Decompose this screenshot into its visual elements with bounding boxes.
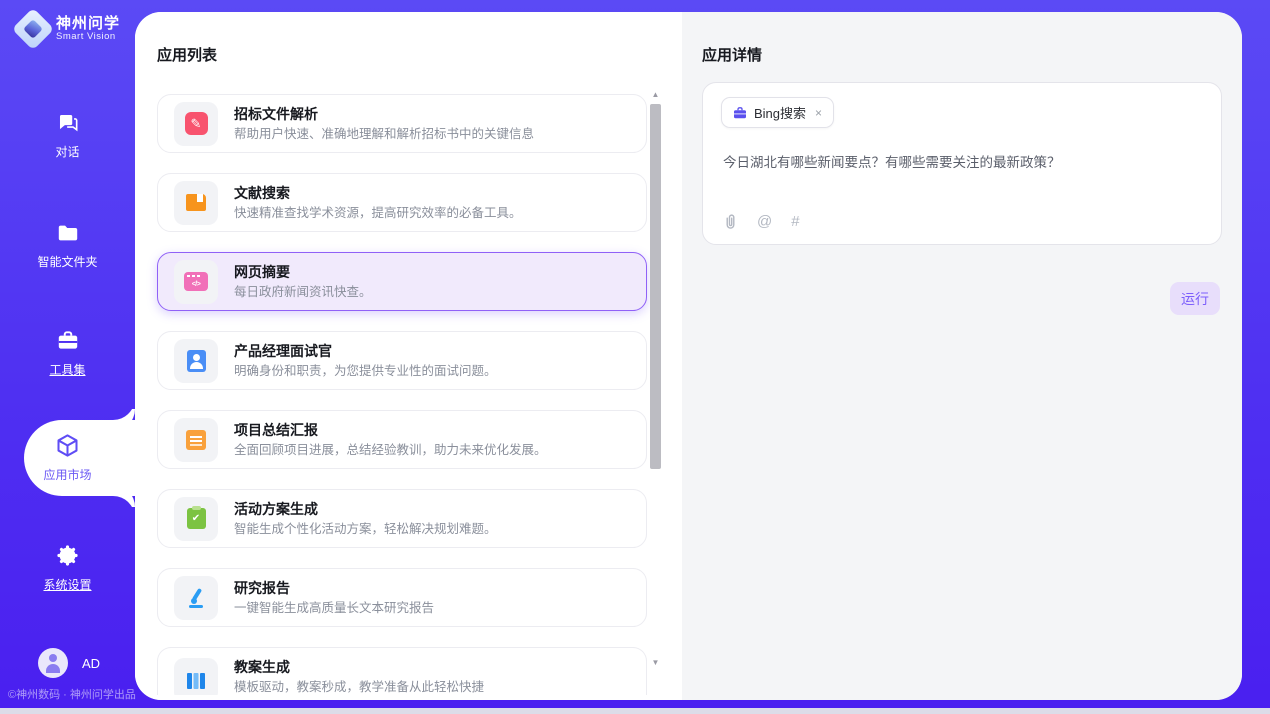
sidebar: 神州问学 Smart Vision 对话 智能文件夹 工具集 bbox=[0, 0, 135, 708]
app-card-desc: 每日政府新闻资讯快查。 bbox=[234, 284, 372, 301]
app-card-event-plan[interactable]: ✔ 活动方案生成 智能生成个性化活动方案，轻松解决规划难题。 bbox=[157, 489, 647, 548]
sidebar-item-label: 工具集 bbox=[0, 361, 135, 378]
hash-icon[interactable]: # bbox=[791, 213, 799, 230]
copyright-text: ©神州数码 · 神州问学出品 bbox=[8, 686, 135, 702]
sidebar-item-label: 系统设置 bbox=[0, 576, 135, 593]
app-card-title: 项目总结汇报 bbox=[234, 421, 547, 439]
app-card-lesson-plan[interactable]: 教案生成 模板驱动，教案秒成，教学准备从此轻松快捷 bbox=[157, 647, 647, 695]
browser-code-icon: </> bbox=[174, 260, 218, 304]
brand-name: 神州问学 bbox=[56, 16, 120, 32]
app-card-title: 招标文件解析 bbox=[234, 105, 534, 123]
sidebar-item-settings[interactable]: 系统设置 bbox=[0, 542, 135, 593]
app-card-title: 研究报告 bbox=[234, 579, 434, 597]
brand-diamond-icon bbox=[12, 8, 54, 50]
run-button[interactable]: 运行 bbox=[1170, 282, 1220, 315]
sidebar-item-label: 对话 bbox=[0, 143, 135, 160]
cube-icon bbox=[0, 432, 135, 459]
app-list-panel: 应用列表 ✎ 招标文件解析 帮助用户快速、准确地理解和解析招标书中的关键信息 文… bbox=[135, 12, 682, 700]
app-card-desc: 模板驱动，教案秒成，教学准备从此轻松快捷 bbox=[234, 679, 484, 695]
query-text-input[interactable]: 今日湖北有哪些新闻要点？有哪些需要关注的最新政策？ bbox=[723, 151, 1201, 171]
app-card-desc: 全面回顾项目进展，总结经验教训，助力未来优化发展。 bbox=[234, 442, 547, 459]
app-card-title: 教案生成 bbox=[234, 658, 484, 676]
app-card-title: 文献搜索 bbox=[234, 184, 522, 202]
user-avatar-icon bbox=[38, 648, 68, 678]
scrollbar-thumb[interactable] bbox=[650, 104, 661, 469]
brand-subtitle: Smart Vision bbox=[56, 32, 120, 42]
folder-icon bbox=[0, 220, 135, 246]
pen-icon: ✎ bbox=[174, 102, 218, 146]
app-card-desc: 智能生成个性化活动方案，轻松解决规划难题。 bbox=[234, 521, 497, 538]
app-card-title: 网页摘要 bbox=[234, 263, 372, 281]
composer-card[interactable]: Bing搜索 × 今日湖北有哪些新闻要点？有哪些需要关注的最新政策？ @ # bbox=[702, 82, 1222, 245]
books-icon bbox=[174, 658, 218, 695]
composer-toolbar: @ # bbox=[723, 213, 800, 230]
app-card-research-report[interactable]: 研究报告 一键智能生成高质量长文本研究报告 bbox=[157, 568, 647, 627]
scrollbar: ▲ ▼ bbox=[649, 90, 662, 668]
mention-icon[interactable]: @ bbox=[757, 213, 772, 230]
content-shell: 应用列表 ✎ 招标文件解析 帮助用户快速、准确地理解和解析招标书中的关键信息 文… bbox=[135, 12, 1242, 700]
scroll-down-arrow-icon[interactable]: ▼ bbox=[649, 658, 662, 668]
sidebar-item-label: 应用市场 bbox=[0, 466, 135, 483]
scroll-up-arrow-icon[interactable]: ▲ bbox=[649, 90, 662, 100]
app-card-title: 产品经理面试官 bbox=[234, 342, 497, 360]
app-card-pm-interviewer[interactable]: 产品经理面试官 明确身份和职责，为您提供专业性的面试问题。 bbox=[157, 331, 647, 390]
app-detail-title: 应用详情 bbox=[702, 44, 762, 65]
user-account[interactable]: AD bbox=[38, 648, 100, 678]
sidebar-item-smart-folder[interactable]: 智能文件夹 bbox=[0, 220, 135, 270]
tool-tag-label: Bing搜索 bbox=[754, 103, 806, 122]
bottom-edge-strip bbox=[0, 708, 1270, 714]
person-doc-icon bbox=[174, 339, 218, 383]
clipboard-check-icon: ✔ bbox=[174, 497, 218, 541]
app-card-list: ✎ 招标文件解析 帮助用户快速、准确地理解和解析招标书中的关键信息 文献搜索 快… bbox=[157, 94, 647, 695]
tool-tag-bing-search[interactable]: Bing搜索 × bbox=[721, 97, 834, 128]
close-icon[interactable]: × bbox=[815, 106, 822, 120]
toolbox-icon bbox=[0, 328, 135, 354]
app-card-title: 活动方案生成 bbox=[234, 500, 497, 518]
attachment-icon[interactable] bbox=[723, 213, 738, 230]
sidebar-item-label: 智能文件夹 bbox=[0, 253, 135, 270]
app-card-tender-parse[interactable]: ✎ 招标文件解析 帮助用户快速、准确地理解和解析招标书中的关键信息 bbox=[157, 94, 647, 153]
chat-icon bbox=[0, 110, 135, 136]
app-card-literature-search[interactable]: 文献搜索 快速精准查找学术资源，提高研究效率的必备工具。 bbox=[157, 173, 647, 232]
briefcase-icon bbox=[733, 106, 747, 120]
app-card-project-summary[interactable]: 项目总结汇报 全面回顾项目进展，总结经验教训，助力未来优化发展。 bbox=[157, 410, 647, 469]
app-card-desc: 明确身份和职责，为您提供专业性的面试问题。 bbox=[234, 363, 497, 380]
sidebar-item-app-market[interactable]: 应用市场 bbox=[0, 432, 135, 483]
app-card-web-summary[interactable]: </> 网页摘要 每日政府新闻资讯快查。 bbox=[157, 252, 647, 311]
app-card-desc: 快速精准查找学术资源，提高研究效率的必备工具。 bbox=[234, 205, 522, 222]
app-window: 神州问学 Smart Vision 对话 智能文件夹 工具集 bbox=[0, 0, 1270, 714]
app-card-desc: 一键智能生成高质量长文本研究报告 bbox=[234, 600, 434, 617]
app-card-desc: 帮助用户快速、准确地理解和解析招标书中的关键信息 bbox=[234, 126, 534, 143]
user-initials: AD bbox=[82, 656, 100, 671]
app-list-title: 应用列表 bbox=[157, 44, 217, 65]
app-detail-panel: 应用详情 Bing搜索 × 今日湖北有哪些新闻要点？有哪些需要关注的最新政策？ … bbox=[682, 12, 1242, 700]
book-icon bbox=[174, 181, 218, 225]
microscope-icon bbox=[174, 576, 218, 620]
gear-icon bbox=[0, 542, 135, 569]
sidebar-item-chat[interactable]: 对话 bbox=[0, 110, 135, 160]
sidebar-item-toolset[interactable]: 工具集 bbox=[0, 328, 135, 378]
brand-logo: 神州问学 Smart Vision bbox=[18, 14, 120, 44]
note-icon bbox=[174, 418, 218, 462]
